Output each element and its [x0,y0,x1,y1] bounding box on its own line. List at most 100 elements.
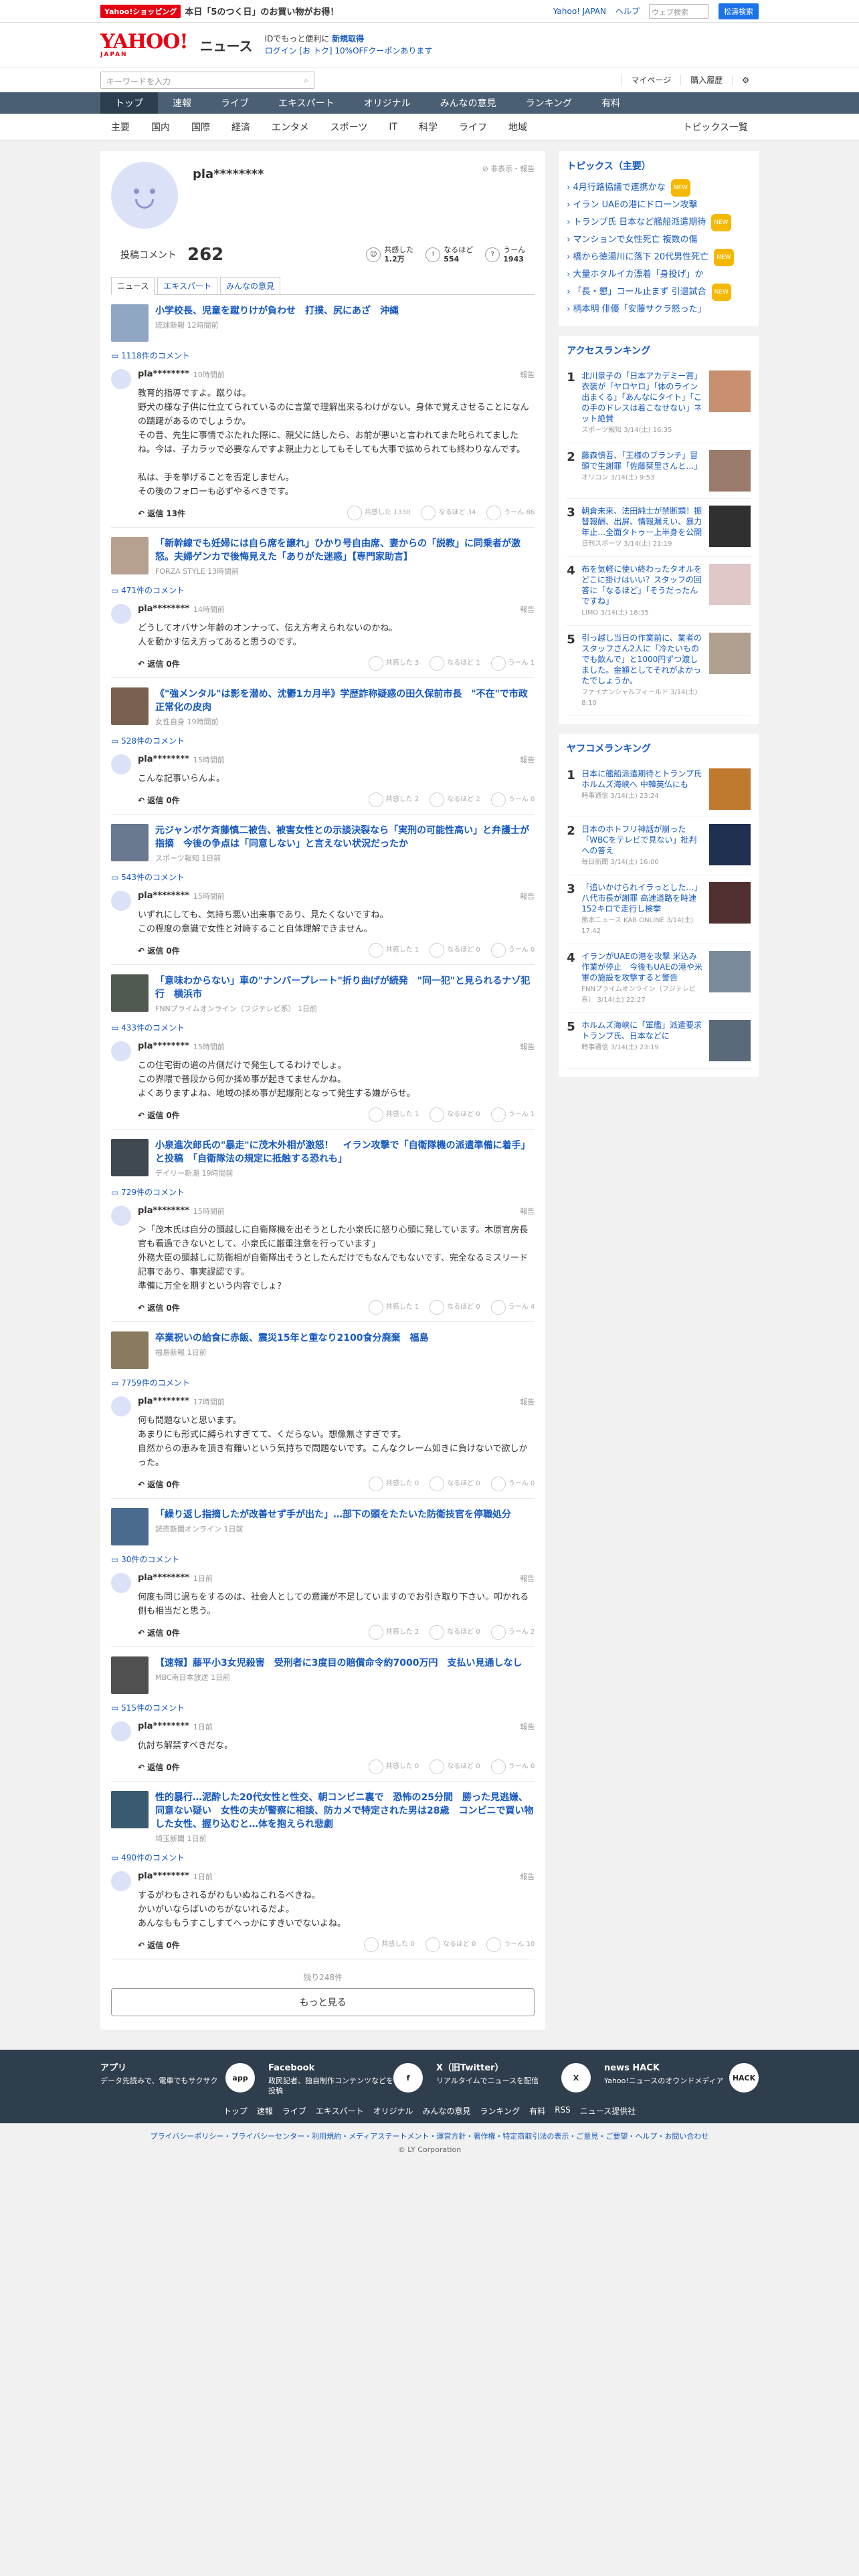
empathy-button[interactable]: 共感した 0 [368,1477,419,1491]
comment-count-link[interactable]: ▭ 543件のコメント [111,871,535,883]
footer-link[interactable]: RSS [555,2105,571,2117]
topic-item[interactable]: 大量ホタルイカ漂着「身投げ」か [567,266,751,284]
cat-life[interactable]: ライフ [448,120,498,134]
hmm-button[interactable]: うーん 86 [486,506,535,520]
tab-opinion[interactable]: みんなの意見 [220,277,281,295]
topic-link[interactable]: マンションで女性死亡 複数の傷 [573,231,697,249]
article-link[interactable]: 「新幹線でも妊婦には自ら席を譲れ」ひかり号自由席、妻からの「説教」に同乗者が激怒… [111,537,535,576]
nav-breaking[interactable]: 速報 [158,92,206,114]
article-link[interactable]: 卒業祝いの給食に赤飯、震災15年と重なり2100食分廃棄 福島 福島新報 1日前 [111,1331,535,1369]
topic-item[interactable]: 橋から徳湯川に落下 20代男性死亡 NEW [567,249,751,266]
hmm-button[interactable]: うーん 4 [490,1300,535,1315]
ranking-item[interactable]: 3 朝倉未来、法田純士が禁断類！振替報酬、出屏、情報漏えい、暴力年止…全面タトゥー… [567,499,751,557]
insight-button[interactable]: なるほど 0 [430,1300,480,1315]
report-link[interactable]: 報告 [520,1206,535,1216]
cat-science[interactable]: 科学 [408,120,448,134]
article-title[interactable]: 「意味わからない」車の"ナンバープレート"折り曲げが続発 "同一犯"と見られるナ… [155,974,535,1001]
footer-app[interactable]: X（旧Twitter） リアルタイムでニュースを配信 X [436,2063,591,2096]
legal-text[interactable]: プライバシーポリシー・プライバシーセンター・利用規約・メディアステートメント・運… [7,2130,852,2143]
topic-item[interactable]: イラン UAEの港にドローン攻撃 [567,197,751,214]
reply-button[interactable]: ↶ 返信 0件 [138,794,180,806]
footer-app[interactable]: news HACK Yahoo!ニュースのオウンドメディア HACK [604,2063,759,2096]
nav-original[interactable]: オリジナル [349,92,425,114]
reply-button[interactable]: ↶ 返信 0件 [138,1479,180,1490]
comment-count-link[interactable]: ▭ 433件のコメント [111,1022,535,1033]
comment-count-link[interactable]: ▭ 515件のコメント [111,1702,535,1713]
nav-live[interactable]: ライブ [206,92,264,114]
empathy-button[interactable]: 共感した 1330 [347,506,410,520]
ranking-item[interactable]: 3 「追いかけられイラっとした…」八代市長が謝罪 高速道路を時速152キロで走行し… [567,875,751,944]
article-link[interactable]: 性的暴行…泥酔した20代女性と性交、朝コンビニ裏で 恐怖の25分間 勝った見逃嫌… [111,1791,535,1844]
hmm-button[interactable]: うーん 0 [490,792,535,807]
hmm-button[interactable]: うーん 0 [490,943,535,958]
insight-button[interactable]: なるほど 0 [430,1625,480,1640]
insight-button[interactable]: なるほど 0 [430,943,480,958]
comment-count-link[interactable]: ▭ 1118件のコメント [111,350,535,361]
topic-link[interactable]: 大量ホタルイカ漂着「身投げ」か [573,266,703,284]
comment-count-link[interactable]: ▭ 7759件のコメント [111,1377,535,1388]
ranking-title[interactable]: 日本に艦船派遣期待とトランプ氏 ホルムズ海峡へ 中韓英仏にも [581,769,702,789]
nav-opinion[interactable]: みんなの意見 [425,92,511,114]
article-title[interactable]: 小学校長、児童を蹴りけが負わせ 打撲、尻にあざ 沖縄 [155,304,399,318]
nav-top[interactable]: トップ [100,92,158,114]
news-title[interactable]: ニュース [200,35,253,55]
web-search-button[interactable]: 松濤検索 [719,3,759,19]
gear-icon[interactable]: ⚙ [732,75,759,85]
footer-link[interactable]: ランキング [480,2105,520,2117]
yahoo-logo[interactable]: YAHOO! JAPAN [100,31,189,58]
ranking-item[interactable]: 1 日本に艦船派遣期待とトランプ氏 ホルムズ海峡へ 中韓英仏にも 時事通信 3/14… [567,762,751,817]
yahoo-japan-link[interactable]: Yahoo! JAPAN [553,7,606,16]
report-link[interactable]: 報告 [520,1396,535,1407]
empathy-button[interactable]: 共感した 3 [368,656,419,671]
reply-button[interactable]: ↶ 返信 0件 [138,658,180,669]
hmm-button[interactable]: うーん 0 [490,1759,535,1774]
ranking-item[interactable]: 5 ホルムズ海峡に「軍艦」派遣要求 トランプ氏、日本などに 時事通信 3/14(土)… [567,1013,751,1069]
reply-button[interactable]: ↶ 返信 0件 [138,1302,180,1313]
help-link[interactable]: ヘルプ [615,5,640,17]
insight-button[interactable]: なるほど 2 [430,792,480,807]
insight-button[interactable]: なるほど 1 [430,656,480,671]
article-link[interactable]: 「意味わからない」車の"ナンバープレート"折り曲げが続発 "同一犯"と見られるナ… [111,974,535,1014]
nav-paid[interactable]: 有料 [587,92,635,114]
search-icon[interactable]: ⌕ [304,76,308,85]
topic-item[interactable]: トランプ氏 日本など艦船派遣期待 NEW [567,214,751,231]
empathy-button[interactable]: 共感した 1 [368,943,419,958]
report-link[interactable]: 報告 [520,1573,535,1584]
ranking-item[interactable]: 1 北川景子の「日本アカデミー賞」衣装が「ヤロヤロ」「体のライン出まくる」「あんな… [567,364,751,443]
report-link[interactable]: 報告 [520,891,535,901]
comment-count-link[interactable]: ▭ 729件のコメント [111,1186,535,1198]
article-title[interactable]: 「新幹線でも妊婦には自ら席を譲れ」ひかり号自由席、妻からの「説教」に同乗者が激怒… [155,537,535,564]
hide-report-link[interactable]: ⊘ 非表示・報告 [482,163,535,174]
ranking-title[interactable]: 「追いかけられイラっとした…」八代市長が謝罪 高速道路を時速152キロで走行し検… [581,883,702,914]
cat-economy[interactable]: 経済 [221,120,261,134]
reply-button[interactable]: ↶ 返信 0件 [138,1627,180,1638]
report-link[interactable]: 報告 [520,1041,535,1052]
empathy-button[interactable]: 共感した 1 [368,1107,419,1122]
empathy-button[interactable]: 共感した 0 [368,1759,419,1774]
purchase-history-link[interactable]: 購入履歴 [680,74,732,86]
footer-app[interactable]: アプリ データ先読みで、電車でもサクサク app [100,2063,255,2096]
article-title[interactable]: 卒業祝いの給食に赤飯、震災15年と重なり2100食分廃棄 福島 [155,1331,428,1345]
report-link[interactable]: 報告 [520,604,535,615]
tab-expert[interactable]: エキスパート [157,277,218,295]
article-title[interactable]: 元ジャンポケ斉藤慎二被告、被害女性との示談決裂なら「実刑の可能性高い」と弁護士が… [155,824,535,851]
ranking-item[interactable]: 2 藤森慎吾、「王様のブランチ」冒頭で生謝罪「佐藤栞里さんと…」 オリコン 3/14… [567,443,751,499]
topic-link[interactable]: イラン UAEの港にドローン攻撃 [573,197,697,214]
insight-button[interactable]: なるほど 0 [430,1759,480,1774]
comment-count-link[interactable]: ▭ 528件のコメント [111,735,535,746]
article-link[interactable]: 《"強メンタル"は影を潜め、沈鬱1カ月半》学歴詐称疑惑の田久保前市長 "不在"で… [111,687,535,727]
web-search-input[interactable]: ウェブ検索 [649,3,709,19]
nav-ranking[interactable]: ランキング [511,92,587,114]
article-link[interactable]: 小学校長、児童を蹴りけが負わせ 打撲、尻にあざ 沖縄 琉球新報 12時間前 [111,304,535,342]
footer-link[interactable]: エキスパート [316,2105,364,2117]
cat-local[interactable]: 地域 [498,120,538,134]
topic-link[interactable]: 「長・懇」コール止まず 引退試合 [573,284,706,301]
ranking-title[interactable]: 布を気軽に使い終わったタオルをどこに掛けはいい？スタッフの回答に「なるほど」「そ… [581,564,702,606]
footer-link[interactable]: ニュース提供社 [580,2105,636,2117]
ranking-title[interactable]: イランがUAEの港を攻撃 米込み作業が停止 今後もUAEの港や米軍の施設を攻撃す… [581,952,702,982]
article-title[interactable]: 【速報】藤平小3女児殺害 受刑者に3度目の賠償命令約7000万円 支払い見通しな… [155,1656,522,1670]
ranking-item[interactable]: 4 布を気軽に使い終わったタオルをどこに掛けはいい？スタッフの回答に「なるほど」「… [567,557,751,626]
topic-item[interactable]: 柄本明 俳優「安藤サクラ怒った」 [567,301,751,318]
insight-button[interactable]: なるほど 0 [430,1107,480,1122]
comment-count-link[interactable]: ▭ 30件のコメント [111,1553,535,1565]
